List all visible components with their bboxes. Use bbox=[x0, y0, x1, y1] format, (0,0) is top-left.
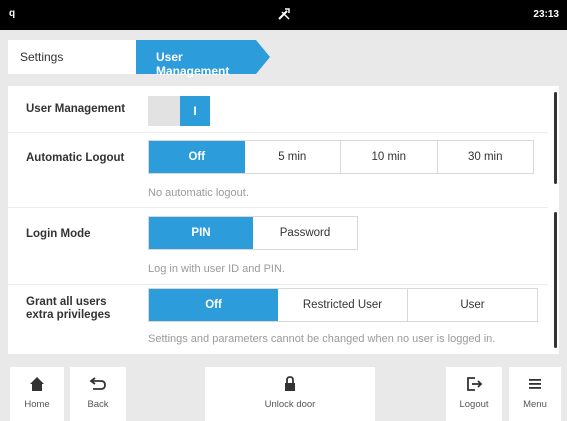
home-icon bbox=[30, 377, 44, 391]
breadcrumb-active-arrow bbox=[256, 40, 270, 74]
automatic-logout-label: Automatic Logout bbox=[26, 152, 125, 164]
user-management-label: User Management bbox=[26, 103, 126, 115]
unlock-door-button[interactable]: Unlock door bbox=[205, 367, 375, 421]
login-mode-option-pin[interactable]: PIN bbox=[149, 217, 253, 249]
unlock-door-label: Unlock door bbox=[264, 399, 316, 410]
row-grant-privileges: Grant all users extra privileges Off Res… bbox=[8, 285, 548, 354]
row-automatic-logout: Automatic Logout Off 5 min 10 min 30 min… bbox=[8, 133, 548, 208]
auto-logout-option-30min[interactable]: 30 min bbox=[438, 141, 534, 173]
breadcrumb-user-management: User Management bbox=[136, 40, 256, 78]
grant-option-user[interactable]: User bbox=[408, 289, 537, 321]
breadcrumb-separator bbox=[122, 40, 136, 74]
home-label: Home bbox=[24, 399, 50, 410]
row-user-management: User Management I bbox=[8, 86, 548, 133]
auto-logout-option-5min[interactable]: 5 min bbox=[245, 141, 341, 173]
back-button[interactable]: Back bbox=[70, 367, 126, 421]
logout-icon bbox=[467, 377, 483, 391]
status-left-icon: q bbox=[9, 8, 16, 19]
login-mode-label: Login Mode bbox=[26, 228, 91, 240]
grant-option-off[interactable]: Off bbox=[149, 289, 278, 321]
breadcrumb: Settings User Management bbox=[0, 30, 567, 88]
grant-label-line1: Grant all users bbox=[26, 296, 107, 308]
toggle-knob: I bbox=[180, 96, 210, 126]
menu-icon bbox=[529, 379, 541, 389]
login-mode-option-password[interactable]: Password bbox=[253, 217, 357, 249]
lock-icon bbox=[285, 376, 295, 391]
scrollbar-thumb-top[interactable] bbox=[554, 92, 557, 184]
tools-icon bbox=[278, 8, 290, 20]
login-mode-segmented: PIN Password bbox=[148, 216, 358, 250]
breadcrumb-user-management-label: User Management bbox=[156, 50, 230, 78]
auto-logout-option-10min[interactable]: 10 min bbox=[341, 141, 438, 173]
grant-option-restricted-user[interactable]: Restricted User bbox=[278, 289, 408, 321]
row-login-mode: Login Mode PIN Password Log in with user… bbox=[8, 208, 548, 285]
automatic-logout-hint: No automatic logout. bbox=[148, 187, 249, 199]
status-bar: q 23:13 bbox=[0, 0, 567, 30]
grant-privileges-segmented: Off Restricted User User bbox=[148, 288, 538, 322]
menu-button[interactable]: Menu bbox=[509, 367, 561, 421]
logout-button[interactable]: Logout bbox=[446, 367, 502, 421]
scrollbar[interactable] bbox=[554, 92, 557, 348]
grant-label-line2: extra privileges bbox=[26, 309, 111, 321]
back-label: Back bbox=[87, 399, 109, 410]
clock: 23:13 bbox=[533, 9, 559, 20]
settings-panel: User Management I Automatic Logout Off 5… bbox=[8, 86, 559, 354]
auto-logout-option-off[interactable]: Off bbox=[149, 141, 245, 173]
back-icon bbox=[89, 377, 106, 390]
home-button[interactable]: Home bbox=[10, 367, 64, 421]
scrollbar-thumb-bottom[interactable] bbox=[554, 212, 557, 348]
logout-label: Logout bbox=[459, 399, 489, 410]
automatic-logout-segmented: Off 5 min 10 min 30 min bbox=[148, 140, 534, 174]
user-management-toggle[interactable]: I bbox=[148, 96, 210, 126]
bottom-bar: Home Back Unlock door Logout Menu bbox=[0, 357, 567, 421]
grant-privileges-hint: Settings and parameters cannot be change… bbox=[148, 333, 496, 345]
login-mode-hint: Log in with user ID and PIN. bbox=[148, 263, 285, 275]
menu-label: Menu bbox=[523, 399, 547, 410]
breadcrumb-settings-label: Settings bbox=[20, 50, 64, 64]
